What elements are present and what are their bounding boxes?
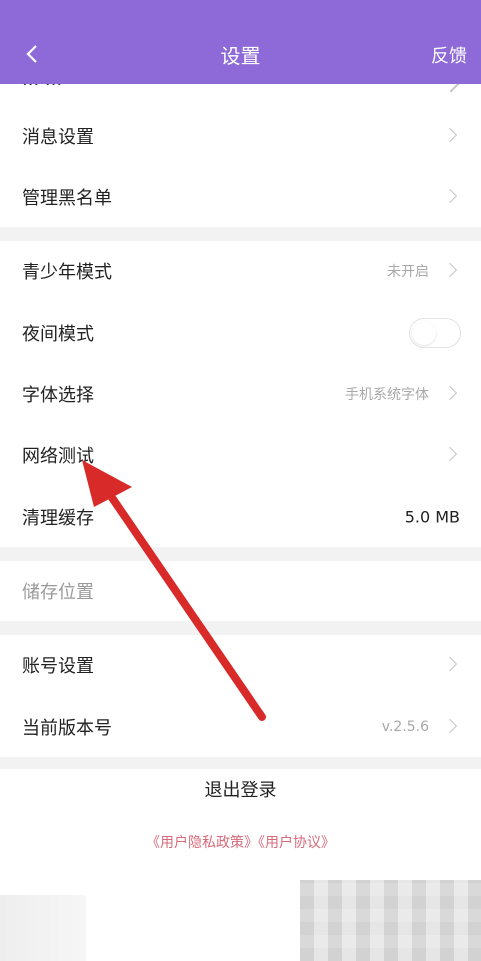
chevron-right-icon	[442, 84, 460, 93]
policy-links[interactable]: 《用户隐私政策》《用户协议》	[0, 832, 481, 852]
chevron-right-icon	[442, 188, 458, 204]
night-mode-toggle[interactable]	[409, 318, 461, 348]
account-settings-row[interactable]: 账号设置	[0, 635, 481, 695]
storage-location-row[interactable]: 储存位置	[0, 561, 481, 621]
font-select-value: 手机系统字体	[345, 387, 429, 403]
font-select-label: 字体选择	[22, 385, 94, 406]
section-divider	[0, 547, 481, 561]
chevron-right-icon	[442, 385, 458, 401]
clear-cache-row[interactable]: 清理缓存 5.0 MB	[0, 487, 481, 547]
page-title: 设置	[220, 44, 261, 68]
message-settings-label: 消息设置	[22, 127, 94, 148]
feedback-button[interactable]: 反馈	[431, 42, 467, 68]
clear-cache-label: 清理缓存	[22, 508, 94, 529]
partially-hidden-row[interactable]: ··· ···	[0, 84, 481, 104]
chevron-right-icon	[442, 656, 458, 672]
night-mode-label: 夜间模式	[22, 324, 94, 345]
version-value: v.2.5.6	[381, 719, 429, 735]
watermark-blur-left	[0, 895, 86, 961]
top-bar: 设置 反馈	[0, 0, 481, 84]
youth-mode-label: 青少年模式	[22, 262, 112, 283]
network-test-row[interactable]: 网络测试	[0, 425, 481, 485]
night-mode-row: 夜间模式	[0, 303, 481, 363]
chevron-right-icon	[442, 446, 458, 462]
blacklist-label: 管理黑名单	[22, 188, 112, 209]
section-divider	[0, 757, 481, 769]
logout-button[interactable]: 退出登录	[0, 776, 481, 802]
chevron-right-icon	[442, 262, 458, 278]
chevron-right-icon	[442, 718, 458, 734]
youth-mode-status: 未开启	[387, 264, 429, 280]
partially-hidden-label: ··· ···	[22, 84, 63, 95]
version-row[interactable]: 当前版本号 v.2.5.6	[0, 697, 481, 757]
blacklist-row[interactable]: 管理黑名单	[0, 167, 481, 227]
font-select-row[interactable]: 字体选择 手机系统字体	[0, 364, 481, 424]
watermark-blur-right	[300, 880, 481, 961]
section-divider	[0, 227, 481, 241]
toggle-knob	[412, 321, 436, 345]
storage-location-label: 储存位置	[22, 582, 94, 603]
youth-mode-row[interactable]: 青少年模式 未开启	[0, 241, 481, 301]
message-settings-row[interactable]: 消息设置	[0, 106, 481, 166]
cache-size-value: 5.0 MB	[404, 507, 460, 527]
account-settings-label: 账号设置	[22, 656, 94, 677]
network-test-label: 网络测试	[22, 446, 94, 467]
version-label: 当前版本号	[22, 718, 112, 739]
section-divider	[0, 621, 481, 635]
chevron-right-icon	[442, 127, 458, 143]
